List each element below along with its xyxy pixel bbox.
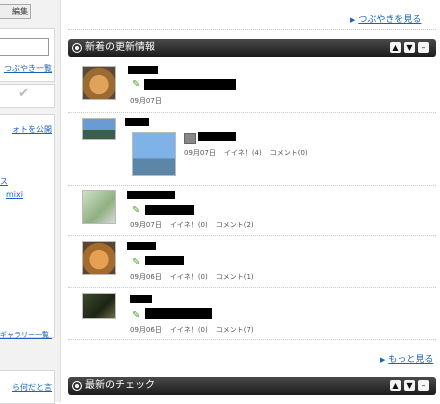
arrow-right-icon: ▶ [380, 356, 386, 364]
left-sidebar: 編集 つぶやき一覧 ✔ ォトを公開 ス mixi ギャラリー一覧・管理 ら何だと… [0, 0, 61, 404]
circle-bullet-icon [72, 381, 82, 391]
move-down-button[interactable]: ▼ [404, 380, 415, 391]
redacted-name [130, 295, 152, 303]
bottom-link[interactable]: ら何だと言 [0, 382, 52, 393]
redacted-name [125, 118, 149, 126]
avatar[interactable] [82, 66, 116, 100]
entry-date: 09月06日 [130, 326, 162, 334]
arrow-right-icon: ▶ [350, 16, 356, 24]
avatar[interactable] [82, 241, 116, 275]
entry-meta: 09月06日 イイネ！(0) コメント(1) [130, 272, 262, 282]
more-label: もっと見る [388, 355, 434, 365]
entry-date: 09月07日 [130, 97, 162, 105]
main-column: ▶ つぶやきを見る 新着の更新情報 ▲ ▼ – ✎ 09月07日 09月07日 イイ… [68, 0, 436, 402]
mixi-link[interactable]: mixi [6, 190, 23, 199]
avatar[interactable] [82, 190, 116, 224]
circle-bullet-icon [72, 43, 82, 53]
gallery-manage-link[interactable]: ギャラリー一覧・管理 [0, 330, 52, 340]
list-item: ✎ 09月07日 イイネ！(0) コメント(2) [68, 185, 436, 236]
comments-link[interactable]: コメント(7) [216, 326, 254, 334]
avatar[interactable] [82, 118, 116, 140]
edit-label: 編集 [12, 7, 28, 16]
comments-link[interactable]: コメント(0) [270, 149, 308, 157]
divider [68, 29, 436, 30]
pencil-icon: ✎ [132, 79, 141, 90]
entry-meta: 09月07日 イイネ！(4) コメント(0) [184, 148, 316, 158]
photo-icon [184, 133, 196, 144]
redacted-title[interactable] [198, 132, 236, 141]
list-item: 09月07日 イイネ！(4) コメント(0) [68, 112, 436, 186]
tweet-input[interactable] [0, 38, 49, 56]
comments-link[interactable]: コメント(1) [216, 273, 254, 281]
see-tweets-link[interactable]: ▶ つぶやきを見る [350, 12, 421, 25]
avatar[interactable] [82, 293, 116, 319]
minimize-button[interactable]: – [418, 42, 429, 53]
entry-date: 09月07日 [184, 149, 216, 157]
entry-date: 09月07日 [130, 221, 162, 229]
profile-box [0, 114, 55, 338]
redacted-text[interactable] [145, 308, 212, 319]
list-item: ✎ 09月06日 イイネ！(0) コメント(7) [68, 287, 436, 340]
entry-meta: 09月07日 イイネ！(0) コメント(2) [130, 220, 262, 230]
news-header: 新着の更新情報 ▲ ▼ – [68, 39, 436, 57]
likes-link[interactable]: イイネ！(0) [170, 221, 208, 229]
entry-meta: 09月06日 イイネ！(0) コメント(7) [130, 325, 262, 335]
list-item: ✎ 09月07日 [68, 62, 436, 113]
check-header: 最新のチェック ▲ ▼ – [68, 377, 436, 395]
favorite-icon[interactable]: ✔ [18, 87, 38, 101]
see-tweets-label: つぶやきを見る [358, 15, 422, 25]
pencil-icon: ✎ [132, 205, 141, 216]
pencil-icon: ✎ [132, 257, 141, 268]
minimize-button[interactable]: – [418, 380, 429, 391]
redacted-name [127, 242, 156, 250]
news-title: 新着の更新情報 [85, 42, 155, 53]
redacted-name [128, 66, 158, 74]
redacted-name [127, 191, 175, 199]
comments-link[interactable]: コメント(2) [216, 221, 254, 229]
photo-public-link[interactable]: ォトを公開 [0, 124, 52, 135]
pencil-icon: ✎ [132, 310, 141, 321]
move-down-button[interactable]: ▼ [404, 42, 415, 53]
move-up-button[interactable]: ▲ [390, 42, 401, 53]
tweet-list-link[interactable]: つぶやき一覧 [0, 63, 52, 74]
likes-link[interactable]: イイネ！(0) [170, 273, 208, 281]
entry-date: 09月06日 [130, 273, 162, 281]
edit-button[interactable]: 編集 [0, 4, 31, 19]
photo-thumbnail[interactable] [132, 132, 176, 176]
redacted-text[interactable] [145, 205, 194, 215]
move-up-button[interactable]: ▲ [390, 380, 401, 391]
redacted-text[interactable] [144, 79, 236, 90]
more-link[interactable]: ▶ もっと見る [380, 352, 433, 365]
entry-meta: 09月07日 [130, 96, 170, 106]
redacted-text[interactable] [145, 256, 184, 265]
check-title: 最新のチェック [85, 380, 155, 391]
service-link[interactable]: ス [0, 176, 8, 187]
likes-link[interactable]: イイネ！(0) [170, 326, 208, 334]
likes-link[interactable]: イイネ！(4) [224, 149, 262, 157]
list-item: ✎ 09月06日 イイネ！(0) コメント(1) [68, 235, 436, 288]
